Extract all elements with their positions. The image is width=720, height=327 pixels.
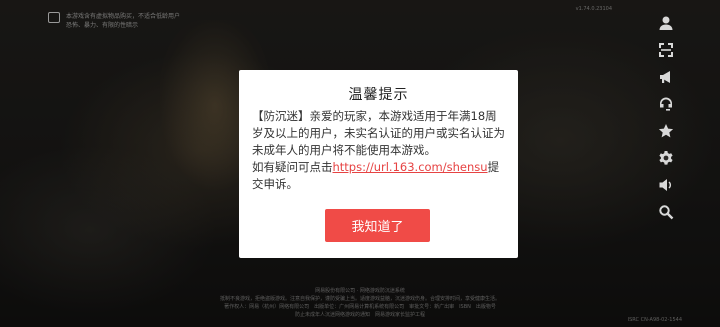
search-icon[interactable] — [657, 203, 675, 220]
anti-addiction-dialog: 温馨提示 【防沉迷】亲爱的玩家，本游戏适用于年满18周岁及以上的用户，未实名认证… — [239, 70, 518, 258]
star-icon[interactable] — [657, 122, 675, 139]
scan-icon[interactable] — [657, 41, 675, 58]
age-rating-icon — [48, 12, 60, 23]
user-icon[interactable] — [657, 14, 675, 31]
footer-disclaimer: 网易股份有限公司 · 网络游戏防沉迷系统 抵制不良游戏，拒绝盗版游戏。注意自我保… — [40, 287, 680, 319]
appeal-link[interactable]: https://url.163.com/shensu — [333, 160, 488, 174]
help-prefix: 如有疑问可点击 — [252, 160, 333, 174]
right-sidebar — [656, 14, 676, 220]
megaphone-icon[interactable] — [657, 68, 675, 85]
build-version-label: ISRC CN-A98-02-1544 — [627, 317, 682, 323]
dialog-body: 【防沉迷】亲爱的玩家，本游戏适用于年满18周岁及以上的用户，未实名认证的用户或实… — [252, 108, 505, 193]
version-label: v1.74.0.23104 — [575, 6, 612, 12]
footer-line-3: 著作权人：网易（杭州）网络有限公司 出版单位：广州网易计算机系统有限公司 审批文… — [224, 304, 496, 310]
dialog-body-text: 【防沉迷】亲爱的玩家，本游戏适用于年满18周岁及以上的用户，未实名认证的用户或实… — [252, 109, 505, 157]
footer-line-4: 防止未成年人沉迷网络游戏的通知 网易游戏家长监护工程 — [294, 312, 425, 318]
notice-line-2: 恐怖、暴力、有限的性暗示 — [66, 22, 139, 29]
acknowledge-button[interactable]: 我知道了 — [325, 209, 430, 242]
notice-line-1: 本游戏含有虚拟物品购买，不适合低龄用户 — [66, 13, 181, 20]
footer-line-1: 网易股份有限公司 · 网络游戏防沉迷系统 — [315, 288, 405, 294]
speaker-icon[interactable] — [657, 176, 675, 193]
footer-line-2: 抵制不良游戏，拒绝盗版游戏。注意自我保护，谨防受骗上当。适度游戏益脑，沉迷游戏伤… — [219, 296, 500, 302]
headset-icon[interactable] — [657, 95, 675, 112]
settings-gear-icon[interactable] — [657, 149, 675, 166]
dialog-title: 温馨提示 — [348, 87, 409, 103]
age-rating-notice: 本游戏含有虚拟物品购买，不适合低龄用户 恐怖、暴力、有限的性暗示 — [48, 12, 180, 30]
